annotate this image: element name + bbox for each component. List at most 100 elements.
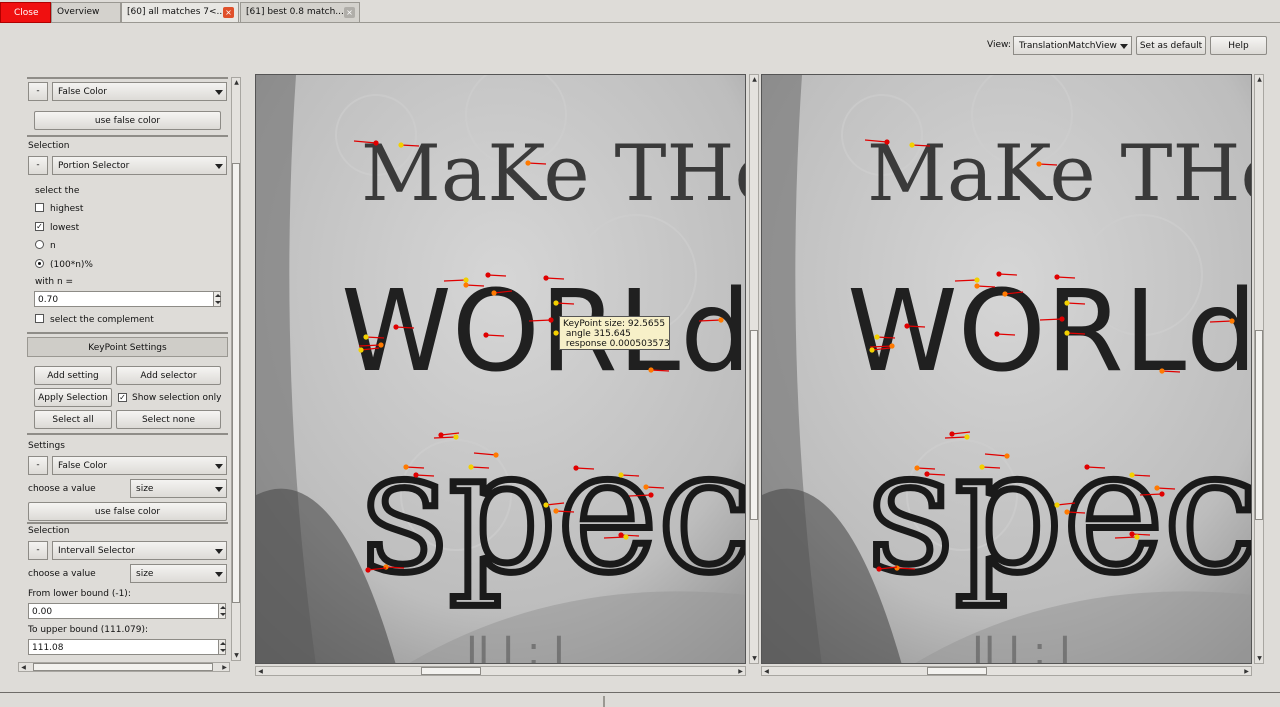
scrollbar-thumb[interactable] <box>1255 330 1263 520</box>
intervall-selector-select[interactable]: Intervall Selector <box>52 541 227 560</box>
keypoint-marker <box>648 367 654 373</box>
left-view-horizontal-scrollbar[interactable]: ◀ ▶ <box>255 666 746 676</box>
keypoint-marker <box>1159 368 1165 374</box>
tab-all-matches-label: [60] all matches 7<... <box>127 7 226 17</box>
close-tab-icon[interactable]: × <box>344 7 355 18</box>
keypoint-marker <box>453 434 459 440</box>
scroll-down-icon[interactable]: ▼ <box>232 651 241 660</box>
tab-all-matches[interactable]: [60] all matches 7<... × <box>121 2 239 22</box>
n-radio-label: n <box>50 241 56 251</box>
lowest-checkbox[interactable]: ✓ <box>35 222 44 231</box>
scroll-right-icon[interactable]: ▶ <box>1242 667 1251 676</box>
left-image-view[interactable]: MaKe THe WORLd spec II I : I <box>255 74 746 664</box>
settings-use-false-color-button[interactable]: use false color <box>28 502 227 521</box>
n-value-spinner[interactable] <box>213 291 221 307</box>
keypoint-marker <box>363 334 369 340</box>
keypoint-marker <box>573 465 579 471</box>
keypoint-marker <box>1084 464 1090 470</box>
right-text-line3: spec <box>867 413 1252 611</box>
upper-bound-label: To upper bound (111.079): <box>28 625 149 635</box>
show-selection-only-checkbox[interactable]: ✓ <box>118 393 127 402</box>
settings-heading: Settings <box>28 441 65 451</box>
apply-selection-button[interactable]: Apply Selection <box>34 388 112 407</box>
tab-overview[interactable]: Overview <box>51 2 121 22</box>
keypoint-marker <box>358 347 364 353</box>
scroll-left-icon[interactable]: ◀ <box>762 667 771 676</box>
scrollbar-thumb[interactable] <box>421 667 481 675</box>
scroll-down-icon[interactable]: ▼ <box>1255 654 1264 663</box>
with-n-label: with n = <box>35 277 74 287</box>
keypoint-marker <box>876 566 882 572</box>
keypoint-marker <box>438 432 444 438</box>
scroll-up-icon[interactable]: ▲ <box>1255 75 1264 84</box>
upper-bound-input[interactable]: 111.08 <box>28 639 219 655</box>
n-value-input[interactable]: 0.70 <box>34 291 214 307</box>
portion-selector-select[interactable]: Portion Selector <box>52 156 227 175</box>
close-tab-icon[interactable]: × <box>223 7 234 18</box>
scroll-right-icon[interactable]: ▶ <box>736 667 745 676</box>
false-color-select[interactable]: False Color <box>52 82 227 101</box>
chevron-down-icon <box>215 90 223 95</box>
add-selector-button[interactable]: Add selector <box>116 366 221 385</box>
tab-best-matches[interactable]: [61] best 0.8 match... × <box>240 2 360 22</box>
selection2-heading: Selection <box>28 526 70 536</box>
add-setting-button[interactable]: Add setting <box>34 366 112 385</box>
intervall-selector-value: Intervall Selector <box>58 546 135 556</box>
chevron-down-icon <box>215 487 223 492</box>
scroll-right-icon[interactable]: ▶ <box>220 663 229 672</box>
complement-checkbox[interactable] <box>35 314 44 323</box>
settings-false-color-select[interactable]: False Color <box>52 456 227 475</box>
sidebar-vertical-scrollbar[interactable]: ▲ ▼ <box>231 77 241 661</box>
tab-best-matches-label: [61] best 0.8 match... <box>246 7 344 17</box>
chevron-down-icon <box>215 572 223 577</box>
sidebar-horizontal-scrollbar[interactable]: ◀ ▶ <box>18 662 230 672</box>
scroll-left-icon[interactable]: ◀ <box>19 663 28 672</box>
help-button[interactable]: Help <box>1210 36 1267 55</box>
select-all-button[interactable]: Select all <box>34 410 112 429</box>
scroll-down-icon[interactable]: ▼ <box>750 654 759 663</box>
lower-bound-input[interactable]: 0.00 <box>28 603 219 619</box>
scroll-up-icon[interactable]: ▲ <box>232 78 241 87</box>
keypoint-marker <box>485 272 491 278</box>
n-radio[interactable] <box>35 240 44 249</box>
keypoint-marker <box>996 271 1002 277</box>
remove-selection-button[interactable]: - <box>28 156 48 175</box>
right-view-vertical-scrollbar[interactable]: ▲ ▼ <box>1254 74 1264 664</box>
keypoint-marker <box>491 290 497 296</box>
scrollbar-thumb[interactable] <box>750 330 758 520</box>
remove-setting-button[interactable]: - <box>28 456 48 475</box>
set-as-default-button[interactable]: Set as default <box>1136 36 1206 55</box>
settings-value-select[interactable]: size <box>130 479 227 498</box>
percent-radio[interactable] <box>35 259 44 268</box>
scrollbar-thumb[interactable] <box>232 163 240 603</box>
keypoint-marker <box>1134 534 1140 540</box>
keypoint-marker <box>468 464 474 470</box>
remove-false-color-button[interactable]: - <box>28 82 48 101</box>
keypoint-settings-header[interactable]: KeyPoint Settings <box>27 337 228 357</box>
view-select[interactable]: TranslationMatchView <box>1013 36 1132 55</box>
left-text-line1: MaKe THe <box>361 129 746 219</box>
scroll-up-icon[interactable]: ▲ <box>750 75 759 84</box>
select-none-button[interactable]: Select none <box>116 410 221 429</box>
scrollbar-thumb[interactable] <box>927 667 987 675</box>
keypoint-marker <box>1002 291 1008 297</box>
scroll-left-icon[interactable]: ◀ <box>256 667 265 676</box>
lower-bound-label: From lower bound (-1): <box>28 589 131 599</box>
use-false-color-button[interactable]: use false color <box>34 111 221 130</box>
lower-bound-spinner[interactable] <box>218 603 226 619</box>
left-view-vertical-scrollbar[interactable]: ▲ ▼ <box>749 74 759 664</box>
tab-overview-label: Overview <box>57 7 100 17</box>
selection2-value-select[interactable]: size <box>130 564 227 583</box>
keypoint-marker <box>1004 453 1010 459</box>
scrollbar-thumb[interactable] <box>33 663 213 671</box>
keypoint-marker <box>718 317 724 323</box>
right-text-line1: MaKe THe <box>867 129 1252 219</box>
select-the-label: select the <box>35 186 80 196</box>
right-view-horizontal-scrollbar[interactable]: ◀ ▶ <box>761 666 1252 676</box>
right-image-view[interactable]: MaKe THe WORLd spec II I : I <box>761 74 1252 664</box>
upper-bound-spinner[interactable] <box>218 639 226 655</box>
remove-selection2-button[interactable]: - <box>28 541 48 560</box>
close-button[interactable]: Close <box>0 2 51 23</box>
keypoint-marker <box>553 300 559 306</box>
highest-checkbox[interactable] <box>35 203 44 212</box>
